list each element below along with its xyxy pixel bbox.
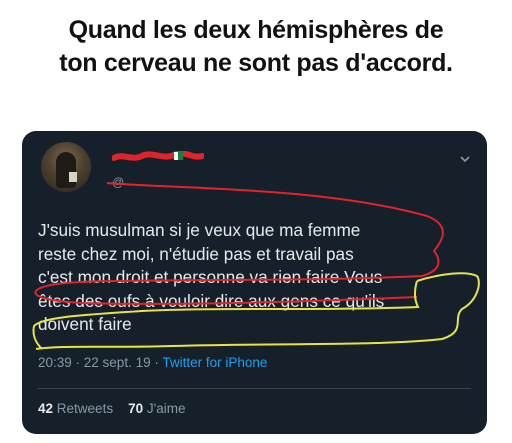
tweet-text: J'suis musulman si je veux que ma femme … (38, 219, 478, 337)
tweet-meta: 20:39 · 22 sept. 19 · Twitter for iPhone (38, 355, 267, 370)
tweet-stats: 42 Retweets 70 J'aime (38, 401, 185, 416)
tweet-line-4: êtes des oufs à vouloir dire aux gens ce… (38, 290, 385, 311)
meme-caption: Quand les deux hémisphères de ton cervea… (0, 14, 512, 80)
tweet-source-link[interactable]: Twitter for iPhone (162, 355, 267, 370)
tweet-line-3: c'est mon droit et personne va rien fair… (38, 266, 478, 290)
handle-at: @ (112, 175, 125, 189)
avatar-figure (56, 152, 76, 188)
user-handle[interactable]: @ (112, 175, 124, 189)
retweets-stat[interactable]: 42 Retweets (38, 401, 113, 416)
chevron-down-icon[interactable] (459, 153, 471, 165)
avatar-paper (69, 172, 77, 182)
likes-count: 70 (128, 401, 144, 416)
redacted-name-scribble (112, 151, 204, 161)
caption-line-1: Quand les deux hémisphères de (68, 16, 444, 44)
likes-stat[interactable]: 70 J'aime (128, 401, 185, 416)
tweet-line-1: J'suis musulman si je veux que ma femme (38, 220, 361, 240)
caption-line-2: ton cerveau ne sont pas d'accord. (59, 49, 453, 77)
tweet-line-3a: c'est mon droit et personne va rien fair… (38, 267, 340, 287)
likes-label: J'aime (146, 401, 186, 416)
retweets-count: 42 (38, 401, 54, 416)
avatar[interactable] (41, 142, 91, 192)
retweets-label: Retweets (56, 401, 114, 416)
tweet-timestamp: 20:39 · 22 sept. 19 · (38, 355, 159, 370)
tweet-line-5: doivent faire (38, 314, 132, 334)
divider (38, 388, 471, 389)
tweet-line-3b: Vous (344, 267, 383, 287)
tweet-line-2: reste chez moi, n'étudie pas et travail … (38, 243, 354, 264)
tweet-card[interactable]: @ J'suis musulman si je veux que ma femm… (22, 131, 487, 434)
